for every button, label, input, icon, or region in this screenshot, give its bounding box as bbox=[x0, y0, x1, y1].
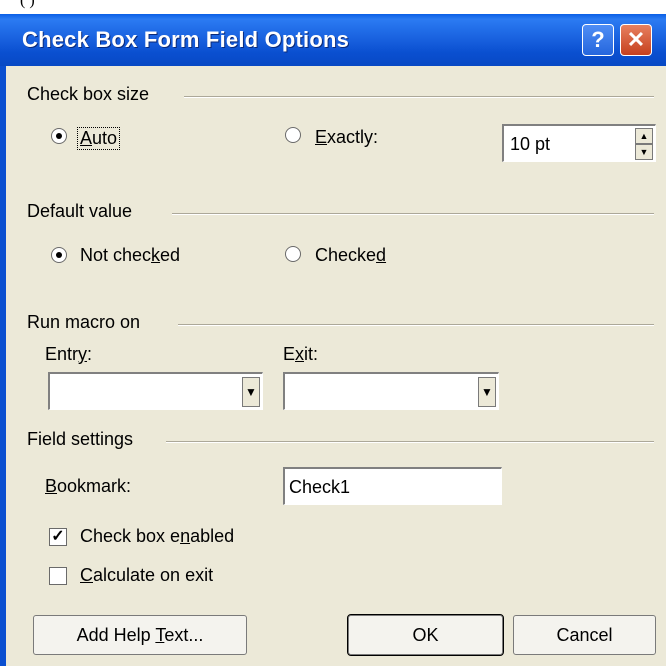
default-group-divider bbox=[172, 213, 654, 215]
title-bar: Check Box Form Field Options ? ✕ bbox=[0, 14, 666, 66]
question-icon: ? bbox=[591, 27, 605, 52]
ok-button[interactable]: OK bbox=[347, 614, 504, 656]
bookmark-label: Bookmark: bbox=[45, 476, 132, 496]
size-group-divider bbox=[184, 96, 654, 98]
spin-buttons[interactable]: ▲ ▼ bbox=[635, 128, 653, 160]
background-strip: ( ) bbox=[0, 0, 666, 14]
spin-down-icon[interactable]: ▼ bbox=[635, 144, 653, 160]
enabled-label[interactable]: Check box enabled bbox=[80, 526, 234, 547]
spin-up-icon[interactable]: ▲ bbox=[635, 128, 653, 144]
field-settings-heading: Field settings bbox=[27, 429, 134, 449]
help-button[interactable]: ? bbox=[582, 24, 614, 56]
exactly-label[interactable]: Exactly: bbox=[315, 127, 378, 148]
entry-dropdown[interactable]: ▼ bbox=[48, 372, 263, 410]
exit-dropdown[interactable]: ▼ bbox=[283, 372, 499, 410]
auto-radio[interactable] bbox=[51, 128, 67, 144]
exactly-radio[interactable] bbox=[285, 127, 301, 143]
chevron-down-icon[interactable]: ▼ bbox=[478, 377, 496, 407]
bookmark-input[interactable]: Check1 bbox=[283, 467, 502, 505]
background-text: ( ) bbox=[20, 0, 35, 9]
macro-group-divider bbox=[178, 324, 654, 326]
calculate-checkbox[interactable] bbox=[49, 567, 67, 585]
size-group-heading: Check box size bbox=[27, 84, 150, 104]
exit-label: Exit: bbox=[283, 344, 319, 364]
checked-radio[interactable] bbox=[285, 246, 301, 262]
chevron-down-icon[interactable]: ▼ bbox=[242, 377, 260, 407]
window-border bbox=[0, 66, 6, 666]
checked-label[interactable]: Checked bbox=[315, 245, 386, 266]
not-checked-label[interactable]: Not checked bbox=[80, 245, 180, 266]
add-help-text-button[interactable]: Add Help Text... bbox=[33, 615, 247, 655]
size-value: 10 pt bbox=[510, 134, 551, 154]
bookmark-value: Check1 bbox=[289, 477, 351, 497]
close-button[interactable]: ✕ bbox=[620, 24, 652, 56]
auto-label[interactable]: Auto bbox=[76, 127, 121, 150]
enabled-checkbox[interactable]: ✓ bbox=[49, 528, 67, 546]
cancel-button[interactable]: Cancel bbox=[513, 615, 656, 655]
size-spinner[interactable]: 10 pt ▲ ▼ bbox=[502, 124, 656, 162]
close-icon: ✕ bbox=[626, 27, 646, 52]
checkmark-icon: ✓ bbox=[51, 528, 65, 545]
entry-label: Entry: bbox=[45, 344, 93, 364]
default-group-heading: Default value bbox=[27, 201, 133, 221]
field-settings-divider bbox=[166, 441, 654, 443]
macro-group-heading: Run macro on bbox=[27, 312, 141, 332]
not-checked-radio[interactable] bbox=[51, 247, 67, 263]
calculate-label[interactable]: Calculate on exit bbox=[80, 565, 213, 586]
dialog-title: Check Box Form Field Options bbox=[22, 27, 350, 52]
